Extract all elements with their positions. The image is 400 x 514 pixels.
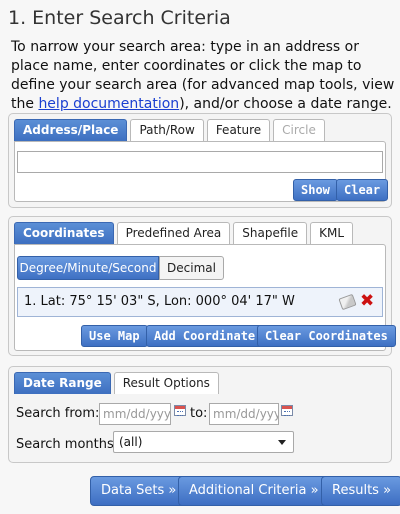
calendar-icon[interactable]	[174, 405, 186, 416]
tab-date-range[interactable]: Date Range	[14, 372, 111, 394]
search-from-input[interactable]: mm/dd/yyyy	[99, 403, 171, 425]
additional-criteria-button[interactable]: Additional Criteria »	[178, 476, 330, 506]
tab-predefined-area[interactable]: Predefined Area	[116, 222, 231, 244]
search-months-select[interactable]: (all)	[113, 431, 294, 453]
address-panel: Address/Place Path/Row Feature Circle Sh…	[8, 113, 392, 208]
tab-circle: Circle	[273, 119, 325, 141]
search-from-label: Search from:	[16, 406, 100, 421]
coordinate-list: 1. Lat: 75° 15' 03" S, Lon: 000° 04' 17"…	[17, 287, 383, 317]
add-coordinate-button[interactable]: Add Coordinate	[146, 325, 264, 347]
help-documentation-link[interactable]: help documentation	[38, 96, 179, 112]
intro-text-after: ), and/or choose a date range.	[179, 96, 392, 112]
section-title: 1. Enter Search Criteria	[8, 7, 231, 29]
results-button[interactable]: Results »	[321, 476, 400, 506]
tab-shapefile[interactable]: Shapefile	[233, 222, 308, 244]
use-map-button[interactable]: Use Map	[81, 325, 148, 347]
coordinates-panel: Coordinates Predefined Area Shapefile KM…	[8, 216, 396, 356]
coordinates-tabs: Coordinates Predefined Area Shapefile KM…	[14, 222, 356, 244]
to-label: to:	[190, 406, 208, 421]
edit-eraser-icon[interactable]	[338, 293, 357, 311]
tab-result-options[interactable]: Result Options	[113, 372, 219, 394]
tab-path-row[interactable]: Path/Row	[130, 119, 204, 141]
delete-coordinate-icon[interactable]: ✖	[360, 290, 374, 312]
clear-coordinates-button[interactable]: Clear Coordinates	[257, 325, 396, 347]
date-tabs: Date Range Result Options	[14, 372, 222, 394]
address-search-input[interactable]	[17, 151, 383, 173]
coordinate-entry: 1. Lat: 75° 15' 03" S, Lon: 000° 04' 17"…	[24, 294, 295, 309]
date-tab-body: Search from: mm/dd/yyyy to: mm/dd/yyyy S…	[14, 394, 386, 458]
show-button[interactable]: Show	[293, 179, 338, 201]
subtab-dms[interactable]: Degree/Minute/Second	[17, 256, 159, 280]
calendar-icon[interactable]	[281, 405, 293, 416]
search-months-label: Search months:	[16, 437, 119, 452]
intro-text: To narrow your search area: type in an a…	[11, 38, 397, 114]
search-months-selected: (all)	[119, 435, 143, 449]
tab-feature[interactable]: Feature	[206, 119, 271, 141]
tab-coordinates[interactable]: Coordinates	[14, 222, 114, 244]
tab-kml[interactable]: KML	[310, 222, 354, 244]
tab-address-place[interactable]: Address/Place	[14, 119, 128, 141]
address-tab-body: Show Clear	[14, 141, 389, 202]
coordinates-tab-body: Degree/Minute/Second Decimal 1. Lat: 75°…	[14, 244, 396, 351]
subtab-decimal[interactable]: Decimal	[159, 256, 224, 280]
data-sets-button[interactable]: Data Sets »	[90, 476, 188, 506]
search-to-input[interactable]: mm/dd/yyyy	[209, 403, 279, 425]
date-panel: Date Range Result Options Search from: m…	[8, 366, 392, 463]
clear-button[interactable]: Clear	[336, 179, 389, 201]
address-tabs: Address/Place Path/Row Feature Circle	[14, 119, 328, 141]
chevron-down-icon	[278, 440, 286, 445]
